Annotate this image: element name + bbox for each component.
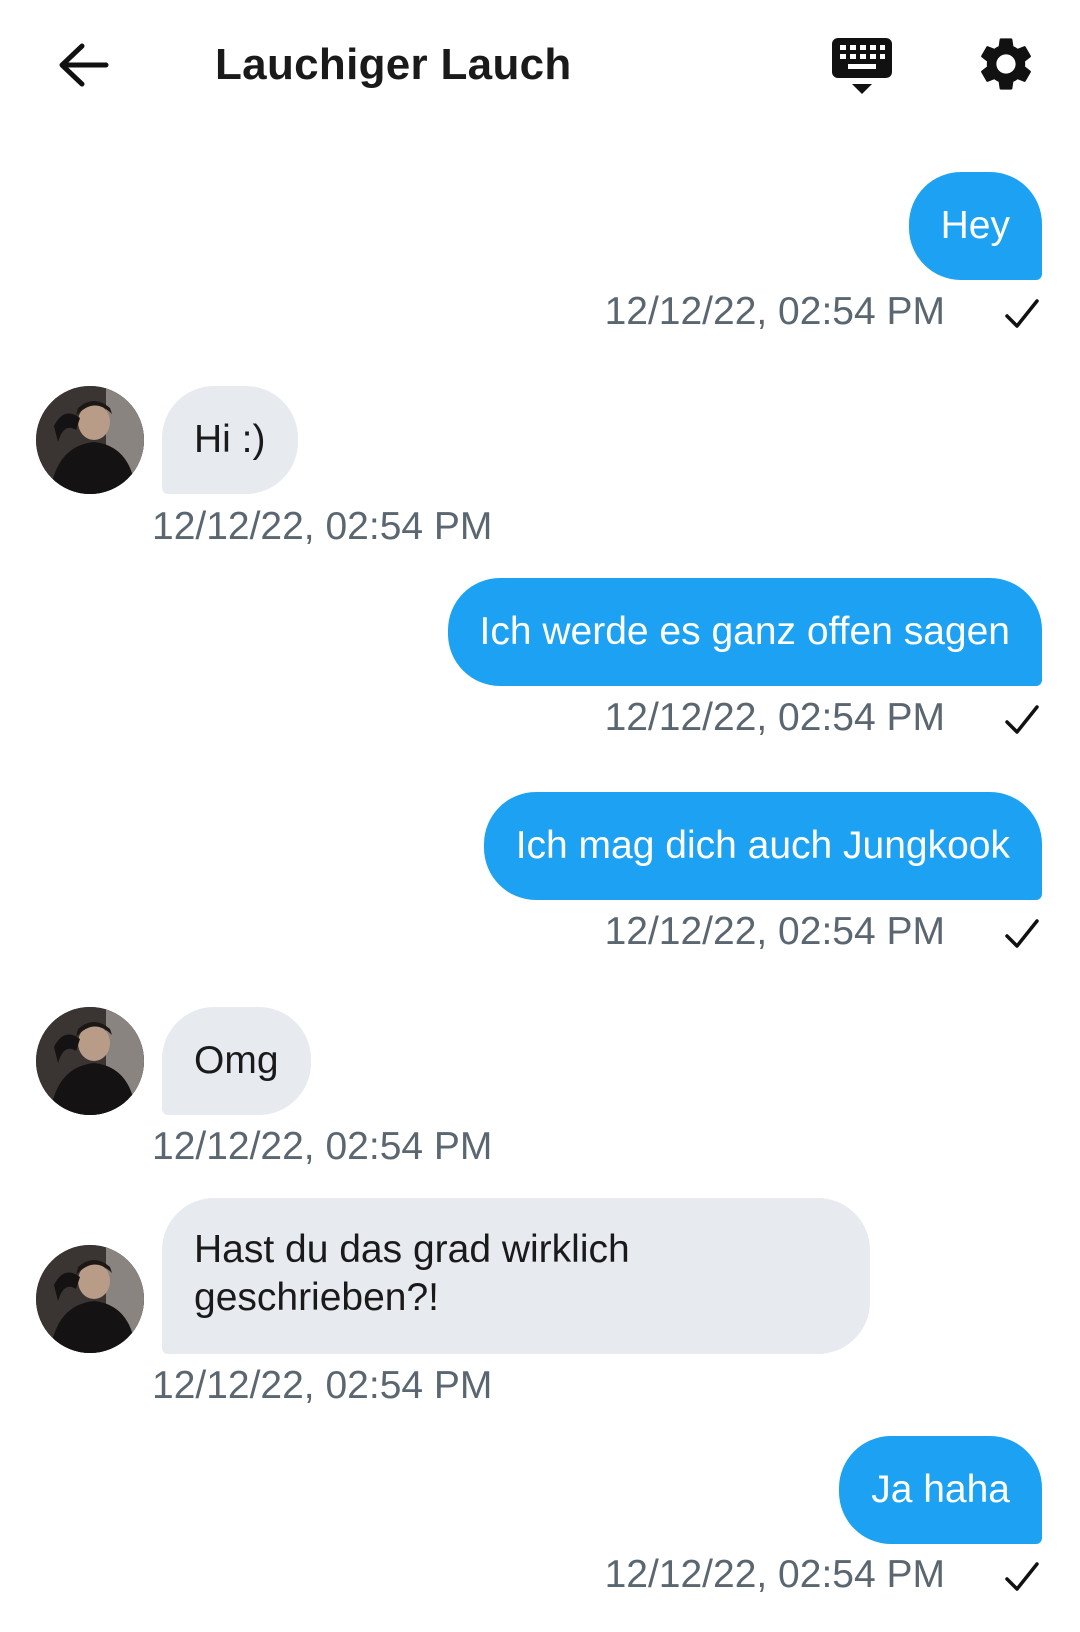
message-bubble[interactable]: Ich mag dich auch Jungkook (483, 792, 1042, 900)
message-timestamp: 12/12/22, 02:54 PM (604, 1553, 945, 1596)
message-bubble[interactable]: Hast du das grad wirklich geschrieben?! (162, 1198, 870, 1354)
message-bubble[interactable]: Ja haha (839, 1436, 1042, 1544)
message-bubble[interactable]: Omg (162, 1007, 311, 1115)
message-timestamp: 12/12/22, 02:54 PM (152, 1364, 493, 1407)
avatar[interactable] (36, 386, 144, 494)
chat-header: Lauchiger Lauch (0, 0, 1080, 130)
arrow-left-icon (59, 43, 109, 87)
gear-icon (981, 38, 1031, 90)
back-button[interactable] (54, 38, 114, 92)
contact-photo (36, 1007, 144, 1115)
message-timestamp: 12/12/22, 02:54 PM (152, 1125, 493, 1168)
message-timestamp: 12/12/22, 02:54 PM (604, 290, 945, 333)
message-timestamp: 12/12/22, 02:54 PM (604, 910, 945, 953)
contact-photo (36, 1245, 144, 1353)
page-title: Lauchiger Lauch (215, 40, 572, 89)
sent-check-icon (1005, 299, 1039, 328)
keyboard-toggle-button[interactable] (830, 36, 894, 98)
message-bubble[interactable]: Hey (908, 172, 1042, 280)
keyboard-hide-icon (832, 38, 892, 94)
message-timestamp: 12/12/22, 02:54 PM (604, 696, 945, 739)
sent-check-icon (1005, 705, 1039, 734)
contact-photo (36, 386, 144, 494)
message-timestamp: 12/12/22, 02:54 PM (152, 505, 493, 548)
avatar[interactable] (36, 1007, 144, 1115)
sent-check-icon (1005, 919, 1039, 948)
settings-button[interactable] (974, 32, 1038, 96)
sent-check-icon (1005, 1562, 1039, 1591)
message-bubble[interactable]: Ich werde es ganz offen sagen (447, 578, 1042, 686)
message-bubble[interactable]: Hi :) (162, 386, 298, 494)
avatar[interactable] (36, 1245, 144, 1353)
